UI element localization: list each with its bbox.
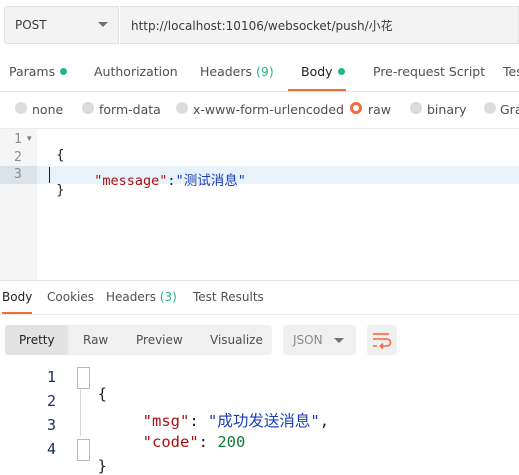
response-line-number: 4 <box>47 440 57 458</box>
request-body-editor[interactable]: { <box>40 131 64 163</box>
view-preview-button[interactable]: Preview <box>136 333 183 347</box>
radio-urlencoded-label[interactable]: x-www-form-urlencoded <box>193 102 344 117</box>
tab-body-label: Body <box>301 64 333 79</box>
wrap-lines-button[interactable] <box>367 325 397 355</box>
text-cursor <box>49 167 50 183</box>
format-label: JSON <box>293 333 323 347</box>
tab-pre-request-script-label: Pre-request Script <box>373 64 486 79</box>
response-tabs-divider <box>0 314 519 315</box>
chevron-down-icon[interactable] <box>98 22 108 27</box>
wrap-lines-icon <box>373 333 392 350</box>
response-tab-body[interactable]: Body <box>2 290 32 304</box>
response-line-number: 1 <box>47 368 57 386</box>
json-brace-close: } <box>97 457 108 475</box>
response-close-brace: } <box>79 439 107 475</box>
chevron-down-icon <box>334 338 344 343</box>
request-body-line2[interactable]: "message":"测试消息" <box>78 153 246 189</box>
tab-authorization[interactable]: Authorization <box>94 64 178 79</box>
headers-count: (9) <box>256 64 274 79</box>
response-line-code: "code": 200 <box>142 433 246 451</box>
tab-headers-label: Headers <box>200 64 253 79</box>
response-tab-test-results[interactable]: Test Results <box>193 290 264 304</box>
tabs-divider <box>0 91 519 92</box>
tab-tests-label: Tes <box>503 64 519 79</box>
radio-binary[interactable] <box>410 102 422 114</box>
response-open-brace: { <box>79 367 107 403</box>
view-raw-button[interactable]: Raw <box>83 333 108 347</box>
json-brace-open: { <box>97 385 108 403</box>
radio-raw-label[interactable]: raw <box>368 102 391 117</box>
response-divider <box>0 280 519 281</box>
view-visualize-button[interactable]: Visualize <box>210 333 263 347</box>
tab-authorization-label: Authorization <box>94 64 178 79</box>
response-tab-headers-label: Headers <box>106 290 156 304</box>
json-key: "message" <box>94 173 168 189</box>
request-body-line3[interactable]: } <box>40 166 64 198</box>
radio-graphql[interactable] <box>484 102 496 114</box>
tab-params-label: Params <box>9 64 56 79</box>
body-indicator-dot <box>337 68 345 75</box>
radio-raw[interactable] <box>350 102 362 114</box>
response-tab-headers[interactable]: Headers (3) <box>106 290 177 304</box>
tab-tests[interactable]: Tes <box>503 64 519 79</box>
radio-none[interactable] <box>15 102 27 114</box>
response-tab-cookies[interactable]: Cookies <box>47 290 94 304</box>
url-text: http://localhost:10106/websocket/push/小花 <box>131 19 393 33</box>
json-value-code: 200 <box>217 433 246 451</box>
code-brace-open: { <box>56 147 65 163</box>
radio-graphql-label[interactable]: Gra <box>500 102 519 117</box>
method-label: POST <box>15 18 47 32</box>
tab-body[interactable]: Body <box>301 64 345 79</box>
response-line-number: 3 <box>47 416 57 434</box>
radio-form-data-label[interactable]: form-data <box>99 102 161 117</box>
editor-divider <box>0 128 519 129</box>
json-value: "测试消息" <box>175 173 246 189</box>
radio-form-data[interactable] <box>82 102 94 114</box>
line-number: 2 <box>14 150 22 165</box>
view-pretty-button[interactable]: Pretty <box>19 333 55 347</box>
json-colon: : <box>167 173 176 189</box>
tab-headers[interactable]: Headers (9) <box>200 64 274 79</box>
json-key-code: "code" <box>142 433 199 451</box>
tab-params[interactable]: Params <box>9 64 68 79</box>
radio-none-label[interactable]: none <box>32 102 63 117</box>
params-indicator-dot <box>60 68 68 75</box>
radio-binary-label[interactable]: binary <box>427 102 467 117</box>
radio-urlencoded[interactable] <box>176 102 188 114</box>
line-number: 1 <box>14 132 22 147</box>
tab-pre-request-script[interactable]: Pre-request Script <box>373 64 485 79</box>
code-brace-close: } <box>56 182 65 198</box>
line-number: 3 <box>14 167 22 182</box>
response-line-number: 2 <box>47 392 57 410</box>
response-headers-count: (3) <box>159 290 177 304</box>
fold-caret-icon[interactable]: ▾ <box>27 134 32 144</box>
